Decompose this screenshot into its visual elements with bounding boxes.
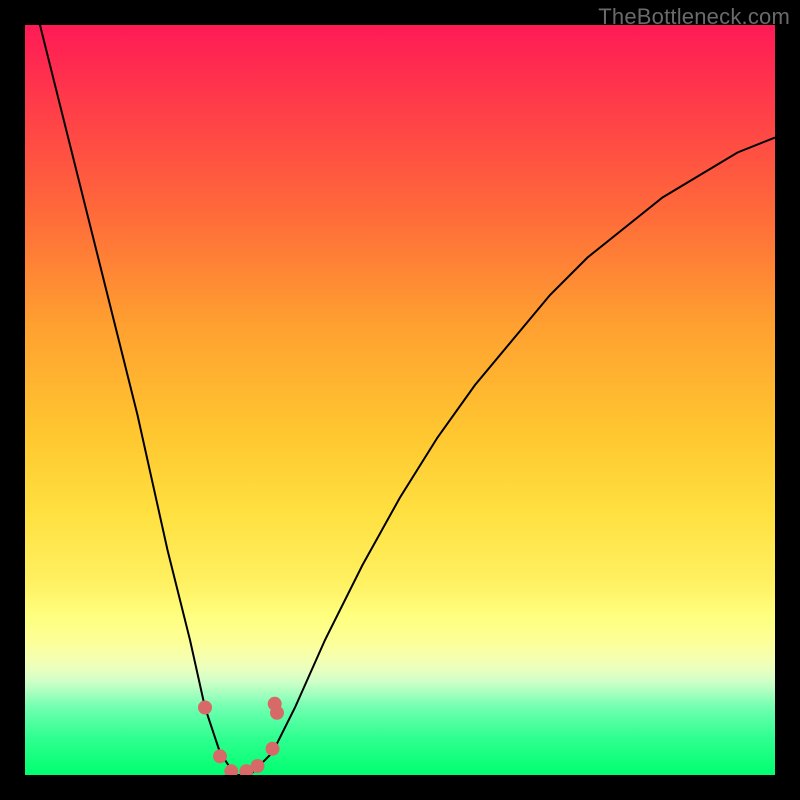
data-point [270,706,284,720]
data-point [251,759,265,773]
gradient-plot-area [25,25,775,775]
data-point [266,742,280,756]
data-points-group [198,697,284,775]
data-point [213,749,227,763]
watermark-text: TheBottleneck.com [598,4,790,30]
data-point [224,764,238,775]
bottleneck-curve [25,25,775,775]
data-point [198,701,212,715]
bottleneck-chart [25,25,775,775]
